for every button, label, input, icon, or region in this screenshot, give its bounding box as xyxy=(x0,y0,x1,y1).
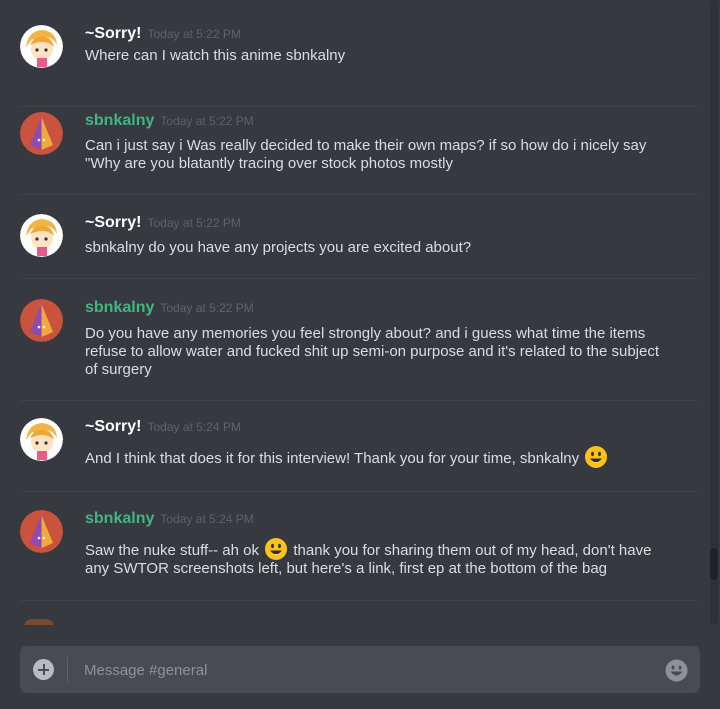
message-line: Can i just say i Was really decided to m… xyxy=(85,137,647,154)
smiley-emoji-icon xyxy=(265,538,288,560)
avatar-partial xyxy=(24,619,54,625)
message-divider xyxy=(20,491,698,492)
author-name[interactable]: ~Sorry! xyxy=(85,25,141,42)
message-line: Do you have any memories you feel strong… xyxy=(85,325,646,342)
message-divider xyxy=(20,600,698,601)
avatar-sbnkalny-image xyxy=(20,299,63,342)
message-content: Can i just say i Was really decided to m… xyxy=(85,137,685,173)
message-divider xyxy=(20,194,698,195)
avatar-sbnkalny-image xyxy=(20,112,63,155)
message-line: of surgery xyxy=(85,361,152,378)
message-line: Saw the nuke stuff-- ah ok thank you for… xyxy=(85,538,685,560)
message-composer xyxy=(20,646,700,693)
author-name[interactable]: ~Sorry! xyxy=(85,418,141,435)
message-line: Where can I watch this anime sbnkalny xyxy=(85,47,346,64)
message-header: sbnkalny Today at 5:22 PM xyxy=(85,112,254,132)
composer-divider xyxy=(67,657,68,683)
message-header: sbnkalny Today at 5:22 PM xyxy=(85,299,254,319)
plus-circle-icon[interactable] xyxy=(33,659,54,680)
scrollbar-thumb[interactable] xyxy=(710,548,718,580)
message-line: any SWTOR screenshots left, but here's a… xyxy=(85,560,608,577)
avatar-sbnkalny[interactable] xyxy=(20,299,63,342)
message-text: Saw the nuke stuff-- ah ok xyxy=(85,542,259,559)
timestamp: Today at 5:22 PM xyxy=(147,216,241,230)
message-content: Where can I watch this anime sbnkalny xyxy=(85,47,685,65)
author-name[interactable]: sbnkalny xyxy=(85,510,154,527)
message-input[interactable] xyxy=(82,655,646,685)
avatar-sorry[interactable] xyxy=(20,418,63,461)
message-line: And I think that does it for this interv… xyxy=(85,450,580,467)
avatar-sorry-image xyxy=(20,214,63,257)
timestamp: Today at 5:22 PM xyxy=(160,114,254,128)
message-line: sbnkalny do you have any projects you ar… xyxy=(85,239,472,256)
message-list: ~Sorry! Today at 5:22 PM Where can I watc… xyxy=(0,0,706,625)
avatar-sorry[interactable] xyxy=(20,214,63,257)
message-divider xyxy=(20,278,698,279)
avatar-sbnkalny-image xyxy=(20,510,63,553)
message-header: ~Sorry! Today at 5:24 PM xyxy=(85,418,241,438)
message-header: sbnkalny Today at 5:24 PM xyxy=(85,510,254,530)
message-divider xyxy=(20,106,698,107)
avatar-sorry[interactable] xyxy=(20,25,63,68)
avatar-sbnkalny[interactable] xyxy=(20,510,63,553)
smiley-icon[interactable] xyxy=(665,659,688,682)
message-divider xyxy=(20,400,698,401)
timestamp: Today at 5:22 PM xyxy=(147,27,241,41)
message-content: Do you have any memories you feel strong… xyxy=(85,325,685,379)
smiley-emoji-icon xyxy=(585,446,608,468)
avatar-sorry-image xyxy=(20,418,63,461)
message-content: sbnkalny do you have any projects you ar… xyxy=(85,239,685,257)
avatar-sorry-image xyxy=(20,25,63,68)
timestamp: Today at 5:22 PM xyxy=(160,301,254,315)
author-name[interactable]: ~Sorry! xyxy=(85,214,141,231)
message-content: Saw the nuke stuff-- ah ok thank you for… xyxy=(85,538,685,578)
message-line: "Why are you blatantly tracing over stoc… xyxy=(85,155,453,172)
message-line: refuse to allow water and fucked shit up… xyxy=(85,343,660,360)
scrollbar-track[interactable] xyxy=(710,0,718,625)
message-text: thank you for sharing them out of my hea… xyxy=(293,542,652,559)
message-content: And I think that does it for this interv… xyxy=(85,446,685,468)
author-name[interactable]: sbnkalny xyxy=(85,299,154,316)
message-header: ~Sorry! Today at 5:22 PM xyxy=(85,214,241,234)
author-name[interactable]: sbnkalny xyxy=(85,112,154,129)
timestamp: Today at 5:24 PM xyxy=(147,420,241,434)
message-header: ~Sorry! Today at 5:22 PM xyxy=(85,25,241,45)
avatar-sbnkalny[interactable] xyxy=(20,112,63,155)
timestamp: Today at 5:24 PM xyxy=(160,512,254,526)
